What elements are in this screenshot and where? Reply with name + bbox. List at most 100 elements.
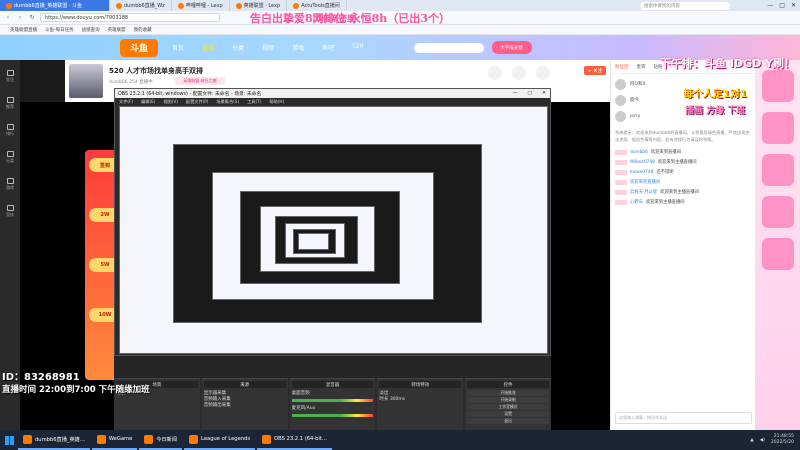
obs-menu-item[interactable]: 场景集合(S) <box>216 99 239 105</box>
taskbar-item[interactable]: OBS 23.2.1 (64-bit... <box>257 430 332 450</box>
obs-maximize-icon[interactable]: □ <box>527 91 532 96</box>
bookmark-item[interactable]: 斗鱼-每日任务 <box>45 27 74 33</box>
chat-text: 欢迎来到主播直播间 <box>660 190 699 195</box>
chat-tab[interactable]: 贵宾 <box>637 64 646 70</box>
volume-icon[interactable]: ◀) <box>760 438 765 443</box>
overlay-time-text: 直播时间 22:00到7:00 下午随缘加班 <box>2 385 150 395</box>
obs-menu-item[interactable]: 帮助(H) <box>269 99 284 105</box>
gift-icon[interactable] <box>512 66 526 80</box>
browser-tab-label: 英雄联盟 · Lexp <box>243 3 281 9</box>
back-icon[interactable]: ‹ <box>4 14 12 22</box>
taskbar-item[interactable]: 今日新闻 <box>139 430 183 450</box>
taskbar-item-label: League of Legends <box>201 436 251 442</box>
stream-tag[interactable]: 英雄联盟·峡谷之巅 <box>175 77 225 85</box>
rail-item[interactable]: 竞技 <box>6 205 14 218</box>
site-nav-item[interactable]: 鱼吧 <box>322 43 334 52</box>
rail-label: 推荐 <box>6 104 14 109</box>
activity-card[interactable] <box>761 70 794 102</box>
activity-card[interactable] <box>761 154 794 186</box>
refresh-icon[interactable]: ↻ <box>28 14 36 22</box>
forward-icon[interactable]: › <box>16 14 24 22</box>
bookmark-item[interactable]: 英雄联盟直播 <box>10 27 37 33</box>
obs-menu-item[interactable]: 文件(F) <box>119 99 133 105</box>
browser-tab[interactable]: dumbb6直播_英雄联盟 · 斗鱼 <box>0 0 110 11</box>
rail-item[interactable]: 分类 <box>6 151 14 164</box>
obs-dock-line[interactable]: 麦克风/Aux <box>292 405 374 411</box>
obs-control-button[interactable]: 开始推流 <box>467 390 549 396</box>
obs-menu-item[interactable]: 视图(V) <box>163 99 178 105</box>
rail-icon <box>6 97 14 103</box>
report-icon[interactable] <box>536 66 550 80</box>
obs-dock-title: 来源 <box>203 381 286 388</box>
network-icon[interactable]: ▲ <box>750 438 753 443</box>
close-icon[interactable]: ✕ <box>791 2 796 9</box>
obs-menu-item[interactable]: 配置文件(P) <box>186 99 209 105</box>
site-nav-item[interactable]: 520 <box>352 43 363 52</box>
obs-dock: 转场特效 淡出 时长 300ms <box>377 378 464 430</box>
bookmark-item[interactable]: 战绩查询 <box>82 27 100 33</box>
rail-label: 分类 <box>6 158 14 163</box>
url-input[interactable]: https://www.douyu.com/7003188 <box>40 13 220 22</box>
app-icon <box>23 434 32 444</box>
site-nav-item[interactable]: 游戏 <box>292 43 304 52</box>
site-action-button[interactable]: 大学成长营 <box>491 41 532 54</box>
rail-item[interactable]: 关注 <box>6 70 14 83</box>
obs-control-button[interactable]: 设置 <box>467 411 549 417</box>
activity-card[interactable] <box>761 112 794 144</box>
obs-dock-title: 混音器 <box>291 381 374 388</box>
start-button[interactable] <box>0 430 18 450</box>
obs-dock-line[interactable]: 音频输出采集 <box>204 402 286 408</box>
site-logo[interactable]: 斗鱼 <box>120 38 158 57</box>
follow-button[interactable]: + 关注 <box>584 66 606 75</box>
site-search-input[interactable] <box>413 42 484 53</box>
windows-logo-icon <box>4 435 14 445</box>
chat-username[interactable]: kaiwe0748 <box>630 170 653 175</box>
taskbar-items: dumbb6直播_英雄... WeGame 今日新闻 League of Legend… <box>18 430 334 450</box>
clock[interactable]: 21:48:55 2022/5/20 <box>771 434 794 446</box>
obs-dock-line[interactable]: 时长 300ms <box>379 396 461 402</box>
chat-tab[interactable]: 粉丝团 <box>615 64 629 70</box>
activity-card[interactable] <box>761 238 794 270</box>
fan-badge-icon <box>615 149 627 155</box>
site-nav-item[interactable]: 首页 <box>172 43 184 52</box>
rail-item[interactable]: 推荐 <box>6 97 14 110</box>
chat-username[interactable]: 心野岛 <box>630 199 643 205</box>
browser-tab[interactable]: 哔哩哔哩 - Lexp <box>172 0 230 11</box>
browser-tab[interactable]: dumbb6直播_Wz <box>110 0 172 11</box>
taskbar-item[interactable]: League of Legends <box>184 430 256 450</box>
chat-username[interactable]: 欢迎来到直播间 <box>630 179 660 185</box>
site-favicon-icon <box>6 2 12 9</box>
obs-control-button[interactable]: 退出 <box>467 418 549 424</box>
activity-card[interactable] <box>761 196 794 228</box>
site-nav-item[interactable]: 直播 <box>202 43 214 52</box>
chat-username[interactable]: Milkeit0748 <box>630 160 655 165</box>
rail-item[interactable]: 排行 <box>6 124 14 137</box>
obs-close-icon[interactable]: ✕ <box>542 91 546 96</box>
chat-username[interactable]: dumbb6 <box>630 150 648 155</box>
obs-menu-item[interactable]: 工具(T) <box>247 99 261 105</box>
streamer-avatar[interactable] <box>69 64 103 98</box>
site-nav-item[interactable]: 视频 <box>262 43 274 52</box>
chat-username[interactable]: 云痕天·月以星 <box>630 189 657 195</box>
fan-badge-icon <box>615 159 627 165</box>
taskbar-item[interactable]: dumbb6直播_英雄... <box>18 430 90 450</box>
bookmark-item[interactable]: 英雄联盟 <box>108 27 126 33</box>
right-overlay-line2: 每个人定1对1 <box>683 89 747 100</box>
obs-menu-item[interactable]: 编辑(E) <box>141 99 155 105</box>
obs-control-button[interactable]: 开始录制 <box>467 397 549 403</box>
chat-message: 云痕天·月以星 欢迎来到主播直播间 <box>611 187 755 197</box>
maximize-icon[interactable]: □ <box>779 2 785 9</box>
tab-search-input[interactable]: 搜索你要找的内容 <box>640 1 730 10</box>
obs-minimize-icon[interactable]: — <box>513 91 518 96</box>
minimize-icon[interactable]: — <box>767 2 773 9</box>
site-nav-item[interactable]: 分类 <box>232 43 244 52</box>
obs-dock-line[interactable]: 桌面音频 <box>292 390 374 396</box>
obs-dock-title: 转场特效 <box>379 381 462 388</box>
obs-control-button[interactable]: 工作室模式 <box>467 404 549 410</box>
audio-meter <box>291 414 374 417</box>
taskbar-item[interactable]: WeGame <box>91 430 138 450</box>
bookmark-item[interactable]: 我的收藏 <box>134 27 152 33</box>
rail-item[interactable]: 游戏 <box>6 178 14 191</box>
share-icon[interactable] <box>488 66 502 80</box>
chat-input[interactable]: 这里输入弹幕，按回车发送 <box>615 412 752 424</box>
